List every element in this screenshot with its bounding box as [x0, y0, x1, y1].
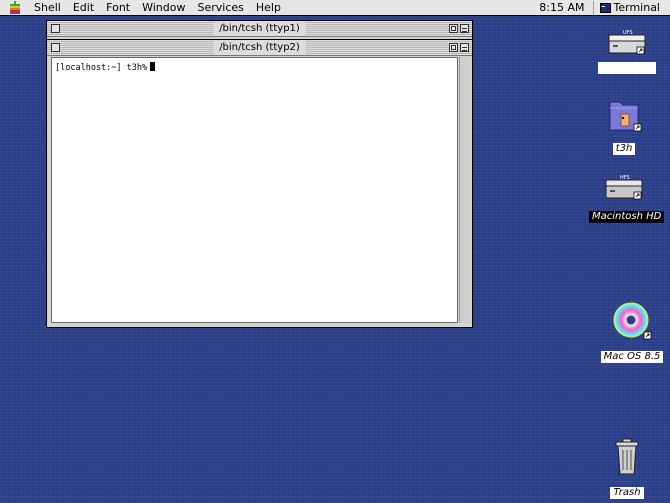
menu-edit[interactable]: Edit: [67, 0, 100, 16]
application-menu[interactable]: Terminal: [594, 1, 670, 14]
collapse-box-icon[interactable]: [460, 24, 469, 33]
desktop-icon-label[interactable]: Macintosh HD: [589, 211, 665, 223]
hfs-label: HFS: [620, 175, 630, 181]
text-cursor: [150, 62, 156, 71]
zoom-box-icon[interactable]: [449, 24, 458, 33]
apple-menu-icon[interactable]: [8, 0, 22, 15]
desktop-icon-label[interactable]: [598, 62, 656, 74]
trash-icon: [615, 438, 639, 475]
window-titlebar[interactable]: /bin/tcsh (ttyp1): [47, 21, 472, 37]
desktop-icon-label[interactable]: t3h: [612, 143, 636, 155]
menu-extras: 8:15 AM Terminal: [531, 0, 670, 16]
collapse-box-icon[interactable]: [460, 43, 469, 52]
menu-shell[interactable]: Shell: [28, 0, 67, 16]
desktop-icon-label[interactable]: Mac OS 8.5: [600, 351, 664, 363]
zoom-box-icon[interactable]: [449, 43, 458, 52]
desktop-icon-home-folder[interactable]: t3h: [589, 96, 659, 155]
shell-prompt: [localhost:~] t3h%: [55, 63, 148, 73]
hfs-disk-icon: HFS: [605, 175, 643, 200]
desktop-icon-macintosh-hd[interactable]: HFS Macintosh HD: [589, 174, 665, 223]
menu-help[interactable]: Help: [250, 0, 287, 16]
ufs-disk-icon: UFS: [608, 30, 646, 55]
desktop-icon-ufs-disk[interactable]: UFS: [592, 27, 662, 78]
window-title: /bin/tcsh (ttyp1): [213, 21, 306, 36]
menu-bar: Shell Edit Font Window Services Help 8:1…: [0, 0, 670, 16]
desktop-icon-label[interactable]: Trash: [610, 487, 644, 499]
vertical-scrollbar[interactable]: [459, 57, 469, 323]
menu-clock[interactable]: 8:15 AM: [531, 0, 594, 15]
terminal-window-ttyp2[interactable]: /bin/tcsh (ttyp2) [localhost:~] t3h%: [46, 39, 473, 328]
window-titlebar[interactable]: /bin/tcsh (ttyp2): [47, 40, 472, 56]
active-app-label: Terminal: [613, 1, 661, 14]
menu-window[interactable]: Window: [136, 0, 191, 16]
terminal-app-icon: [599, 2, 611, 13]
desktop-icon-cd[interactable]: Mac OS 8.5: [597, 300, 667, 363]
menu-font[interactable]: Font: [100, 0, 136, 16]
close-box-icon[interactable]: [51, 24, 60, 33]
window-title: /bin/tcsh (ttyp2): [213, 40, 306, 55]
close-box-icon[interactable]: [51, 43, 60, 52]
cd-icon: [612, 301, 652, 340]
terminal-text-area[interactable]: [localhost:~] t3h%: [51, 57, 458, 323]
ufs-label: UFS: [623, 30, 633, 36]
desktop-icon-trash[interactable]: Trash: [592, 436, 662, 499]
home-folder-icon: [609, 101, 642, 132]
menu-services[interactable]: Services: [191, 0, 249, 16]
